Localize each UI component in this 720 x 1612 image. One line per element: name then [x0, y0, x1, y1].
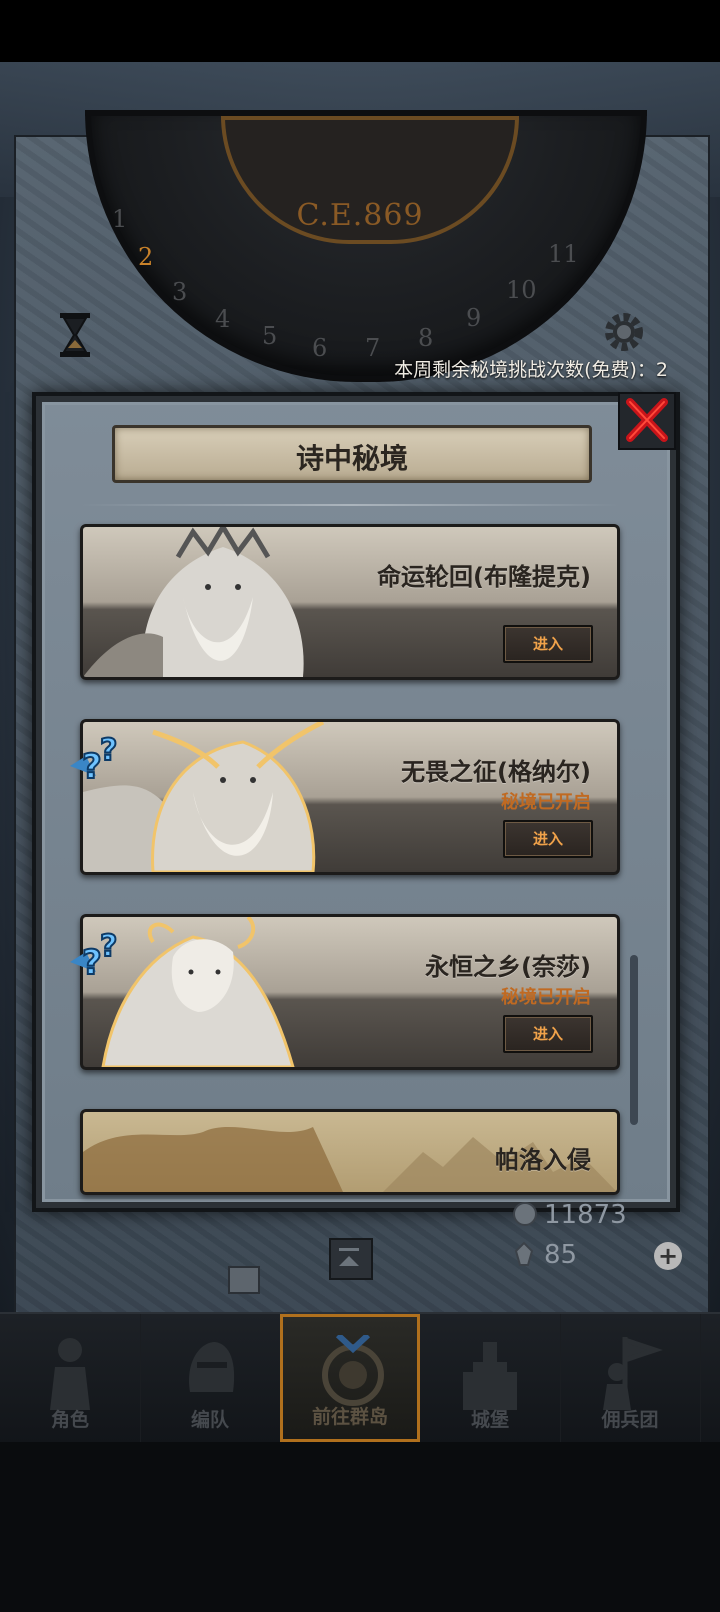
- realm-card-brontik[interactable]: 命运轮回(布隆提克) 进入: [80, 524, 620, 680]
- castle-icon: [463, 1342, 517, 1410]
- mercenary-icon: [603, 1337, 663, 1410]
- nav-item-castle[interactable]: 城堡: [420, 1314, 561, 1442]
- svg-text:?: ?: [82, 747, 102, 784]
- realm-card-palo[interactable]: 帕洛入侵: [80, 1109, 620, 1195]
- nav-label: 城堡: [470, 1409, 509, 1431]
- portrait-brontik: [83, 527, 304, 677]
- gear-icon[interactable]: [600, 308, 648, 356]
- crystal-icon: [514, 1241, 534, 1266]
- silver-coin-icon: [513, 1202, 537, 1226]
- question-mark-badge-icon[interactable]: ? ?: [66, 726, 130, 784]
- bottom-bar: [0, 1442, 720, 1612]
- silver-counter: 11873: [512, 1200, 627, 1230]
- crystal-amount: 85: [544, 1240, 578, 1270]
- status-bar: [0, 0, 720, 62]
- realm-name: 无畏之征(格纳尔): [401, 758, 591, 786]
- bottom-navigation: 角色 编队 前往群岛 城堡 佣兵团: [0, 1312, 720, 1444]
- hourglass-icon[interactable]: [58, 312, 92, 358]
- panel-title-banner: 诗中秘境: [112, 425, 592, 483]
- close-icon: [626, 398, 668, 442]
- helmet-icon: [189, 1342, 235, 1392]
- silver-amount: 11873: [544, 1200, 627, 1230]
- svg-text:?: ?: [100, 929, 117, 964]
- realm-name: 命运轮回(布隆提克): [377, 563, 591, 591]
- realm-status: 秘境已开启: [501, 987, 591, 1008]
- enter-button[interactable]: 进入: [503, 1015, 593, 1053]
- nav-item-formation[interactable]: 编队: [140, 1314, 281, 1442]
- collapse-button[interactable]: [329, 1238, 373, 1280]
- nav-label: 角色: [50, 1409, 89, 1431]
- nav-item-character[interactable]: 角色: [0, 1314, 141, 1442]
- nav-label: 编队: [190, 1409, 229, 1431]
- panel-title: 诗中秘境: [295, 442, 408, 475]
- knight-icon: [50, 1338, 90, 1410]
- realm-name: 帕洛入侵: [495, 1146, 591, 1174]
- close-button[interactable]: [618, 392, 676, 450]
- enter-button[interactable]: 进入: [503, 625, 593, 663]
- title-divider: [80, 504, 620, 506]
- svg-text:?: ?: [82, 943, 102, 980]
- weekly-attempts-text: 本周剩余秘境挑战次数(免费)：2: [394, 359, 668, 381]
- svg-text:?: ?: [100, 733, 117, 768]
- nav-label: 佣兵团: [601, 1409, 659, 1431]
- era-label: C.E.869: [296, 198, 424, 233]
- panel-scrollbar[interactable]: [630, 955, 638, 1125]
- realm-card-gnar[interactable]: 无畏之征(格纳尔) 秘境已开启 进入: [80, 719, 620, 875]
- nav-label: 前往群岛: [311, 1406, 388, 1428]
- question-mark-badge-icon[interactable]: ? ?: [66, 922, 130, 980]
- add-resource-button[interactable]: +: [654, 1242, 682, 1270]
- realm-name: 永恒之乡(奈莎): [425, 953, 591, 981]
- enter-button[interactable]: 进入: [503, 820, 593, 858]
- realm-card-nessa[interactable]: 永恒之乡(奈莎) 秘境已开启 进入: [80, 914, 620, 1070]
- nav-item-mercenary[interactable]: 佣兵团: [560, 1314, 701, 1442]
- nav-item-islands[interactable]: 前往群岛: [280, 1314, 420, 1442]
- collapse-arrow-icon: [339, 1248, 359, 1266]
- chat-toggle-button[interactable]: [228, 1266, 260, 1294]
- crystal-counter: 85: [512, 1240, 577, 1270]
- realm-status: 秘境已开启: [501, 792, 591, 813]
